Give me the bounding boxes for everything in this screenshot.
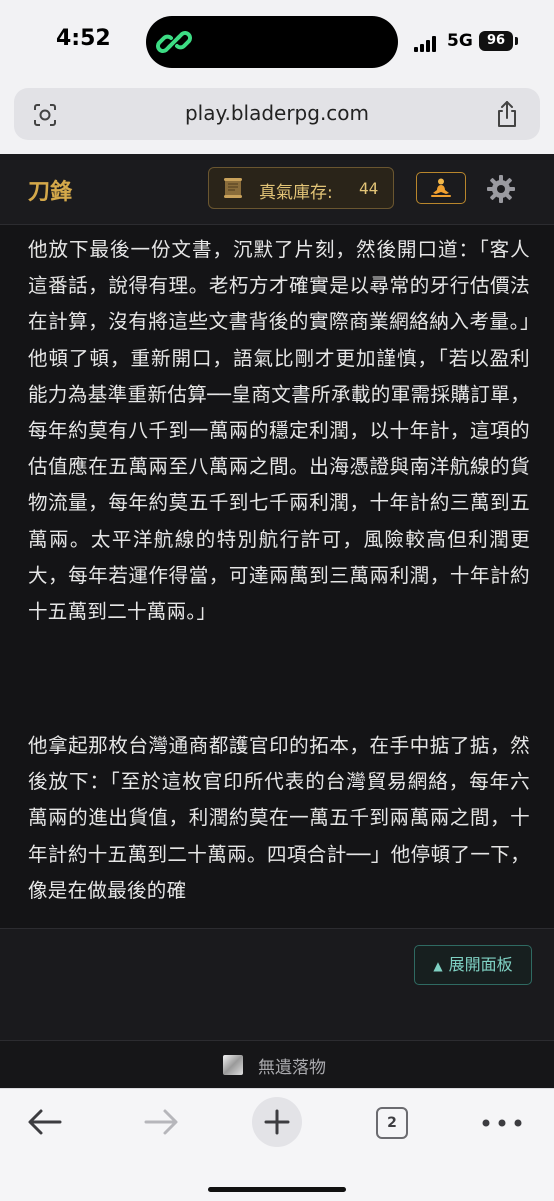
back-arrow-icon[interactable] (26, 1107, 64, 1137)
qi-value: 44 (359, 179, 379, 198)
link-app-icon (156, 31, 192, 53)
scroll-icon (224, 178, 242, 198)
plus-icon (264, 1109, 290, 1135)
home-indicator (208, 1187, 346, 1192)
empty-item-icon (223, 1055, 243, 1075)
status-time: 4:52 (56, 26, 111, 51)
address-bar[interactable]: play.bladerpg.com (14, 88, 540, 140)
cellular-signal-icon (414, 36, 440, 52)
qi-inventory-display[interactable]: 真氣庫存: 44 (208, 167, 394, 209)
url-text[interactable]: play.bladerpg.com (14, 101, 540, 125)
qi-label: 真氣庫存: (259, 183, 333, 203)
panel-area: ▲ 展開面板 (0, 928, 554, 1041)
triangle-up-icon: ▲ (433, 959, 443, 973)
story-text-area[interactable]: 他放下最後一份文書，沉默了片刻，然後開口道：「客人這番話，說得有理。老朽方才確實… (0, 226, 554, 928)
share-icon[interactable] (494, 100, 520, 128)
network-type: 5G (447, 31, 473, 51)
loot-bar[interactable]: 無遺落物 (0, 1040, 554, 1089)
status-bar: 4:52 5G 96 (0, 0, 554, 86)
dynamic-island (146, 16, 398, 68)
story-paragraph: 他放下最後一份文書，沉默了片刻，然後開口道：「客人這番話，說得有理。老朽方才確實… (28, 238, 530, 624)
more-icon[interactable] (482, 1119, 522, 1127)
browser-toolbar: 2 (0, 1088, 554, 1201)
meditation-icon (431, 178, 451, 197)
new-tab-button[interactable] (252, 1097, 302, 1147)
battery-tip (515, 37, 518, 45)
story-paragraph: 他拿起那枚台灣通商都護官印的拓本，在手中掂了掂，然後放下：「至於這枚官印所代表的… (28, 734, 530, 902)
expand-panel-label: 展開面板 (448, 955, 513, 974)
app-header: 刀鋒 真氣庫存: 44 (0, 154, 554, 225)
game-app: 刀鋒 真氣庫存: 44 他放下最後一份文書，沉默了片刻，然後開口道：「客人這番話… (0, 154, 554, 1089)
meditate-button[interactable] (416, 172, 466, 204)
app-title: 刀鋒 (28, 179, 73, 205)
battery-icon: 96 (479, 31, 513, 51)
forward-arrow-icon[interactable] (142, 1107, 180, 1137)
tabs-button[interactable]: 2 (376, 1107, 408, 1139)
expand-panel-button[interactable]: ▲ 展開面板 (414, 945, 532, 985)
loot-label: 無遺落物 (258, 1058, 326, 1078)
gear-icon[interactable] (486, 174, 516, 204)
